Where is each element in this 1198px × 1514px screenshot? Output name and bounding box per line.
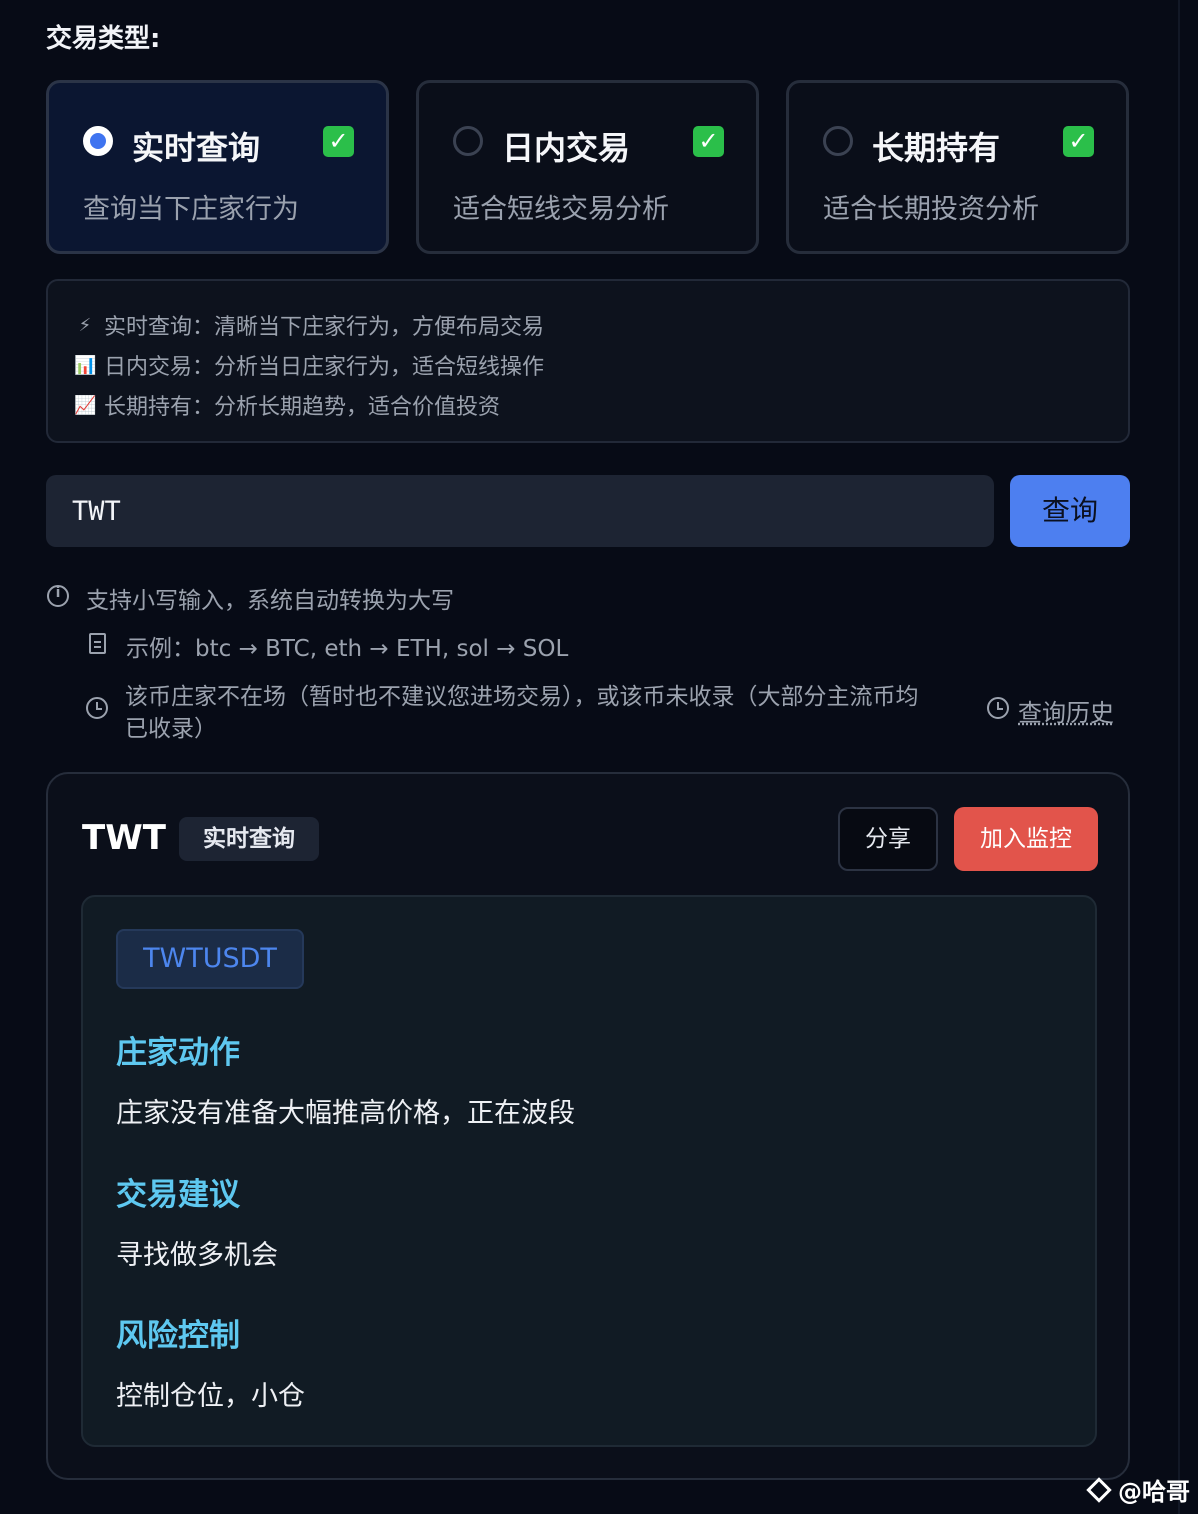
analysis-panel: TWTUSDT 庄家动作 庄家没有准备大幅推高价格，正在波段 交易建议 寻找做多…: [81, 895, 1097, 1447]
trade-type-realtime-card[interactable]: 实时查询 ✓ 查询当下庄家行为: [46, 80, 389, 254]
trade-type-description: 查询当下庄家行为: [83, 194, 299, 225]
info-line-text: 长期持有：分析长期趋势，适合价值投资: [104, 395, 501, 420]
not-listed-hint-line2: 已收录）: [125, 716, 217, 742]
section-heading-trade-advice: 交易建议: [116, 1177, 240, 1213]
radio-unselected-icon[interactable]: [453, 126, 483, 156]
section-text-trade-advice: 寻找做多机会: [116, 1240, 278, 1271]
query-mode-badge: 实时查询: [179, 817, 319, 861]
check-mark-icon: ✓: [693, 126, 724, 157]
result-symbol: TWT: [82, 818, 166, 858]
info-line-intraday: 📊 日内交易：分析当日庄家行为，适合短线操作: [74, 349, 544, 381]
history-clock-icon: [987, 697, 1009, 719]
radio-unselected-icon[interactable]: [823, 126, 853, 156]
trade-type-description: 适合长期投资分析: [823, 194, 1039, 225]
check-mark-icon: ✓: [1063, 126, 1094, 157]
section-heading-dealer-action: 庄家动作: [116, 1035, 240, 1071]
info-line-longterm: 📈 长期持有：分析长期趋势，适合价值投资: [74, 389, 500, 421]
radio-selected-icon[interactable]: [83, 126, 113, 156]
query-history-link[interactable]: 查询历史: [1018, 693, 1114, 728]
trade-type-title: 日内交易: [502, 129, 631, 167]
symbol-search-input[interactable]: [46, 475, 994, 547]
watermark-text: @哈哥: [1118, 1478, 1190, 1506]
check-mark-icon: ✓: [323, 126, 354, 157]
info-line-realtime: ⚡ 实时查询：清晰当下庄家行为，方便布局交易: [74, 309, 544, 341]
trade-type-label: 交易类型:: [46, 24, 161, 54]
query-button[interactable]: 查询: [1010, 475, 1130, 547]
watermark: @哈哥: [1084, 1472, 1190, 1507]
trade-type-intraday-card[interactable]: 日内交易 ✓ 适合短线交易分析: [416, 80, 759, 254]
uppercase-hint: 支持小写输入，系统自动转换为大写: [86, 588, 454, 614]
bar-chart-icon: 📊: [74, 354, 97, 376]
result-card: TWT 实时查询 分享 加入监控 TWTUSDT 庄家动作 庄家没有准备大幅推高…: [46, 772, 1130, 1480]
lightning-icon: ⚡: [78, 314, 92, 336]
section-text-dealer-action: 庄家没有准备大幅推高价格，正在波段: [116, 1098, 575, 1129]
trade-type-longterm-card[interactable]: 长期持有 ✓ 适合长期投资分析: [786, 80, 1129, 254]
info-line-text: 实时查询：清晰当下庄家行为，方便布局交易: [104, 315, 545, 340]
document-icon: [89, 633, 106, 654]
share-button[interactable]: 分享: [838, 807, 938, 871]
section-text-risk-control: 控制仓位，小仓: [116, 1381, 305, 1412]
example-hint: 示例：btc → BTC, eth → ETH, sol → SOL: [126, 636, 569, 662]
diamond-logo-icon: [1086, 1476, 1112, 1503]
clock-icon: [86, 697, 108, 719]
trade-type-description: 适合短线交易分析: [453, 194, 669, 225]
info-line-text: 日内交易：分析当日庄家行为，适合短线操作: [104, 355, 545, 380]
section-heading-risk-control: 风险控制: [116, 1318, 240, 1354]
info-circle-icon: [47, 585, 69, 607]
trade-type-title: 实时查询: [132, 129, 261, 167]
trade-type-info-box: ⚡ 实时查询：清晰当下庄家行为，方便布局交易 📊 日内交易：分析当日庄家行为，适…: [46, 279, 1130, 443]
add-monitor-button[interactable]: 加入监控: [954, 807, 1098, 871]
trading-pair-tag: TWTUSDT: [116, 929, 304, 989]
not-listed-hint-line1: 该币庄家不在场（暂时也不建议您进场交易），或该币未收录（大部分主流币均: [125, 684, 919, 710]
trend-up-icon: 📈: [74, 394, 97, 416]
trade-type-title: 长期持有: [872, 129, 1001, 167]
scrollbar-track: [1178, 0, 1180, 1514]
